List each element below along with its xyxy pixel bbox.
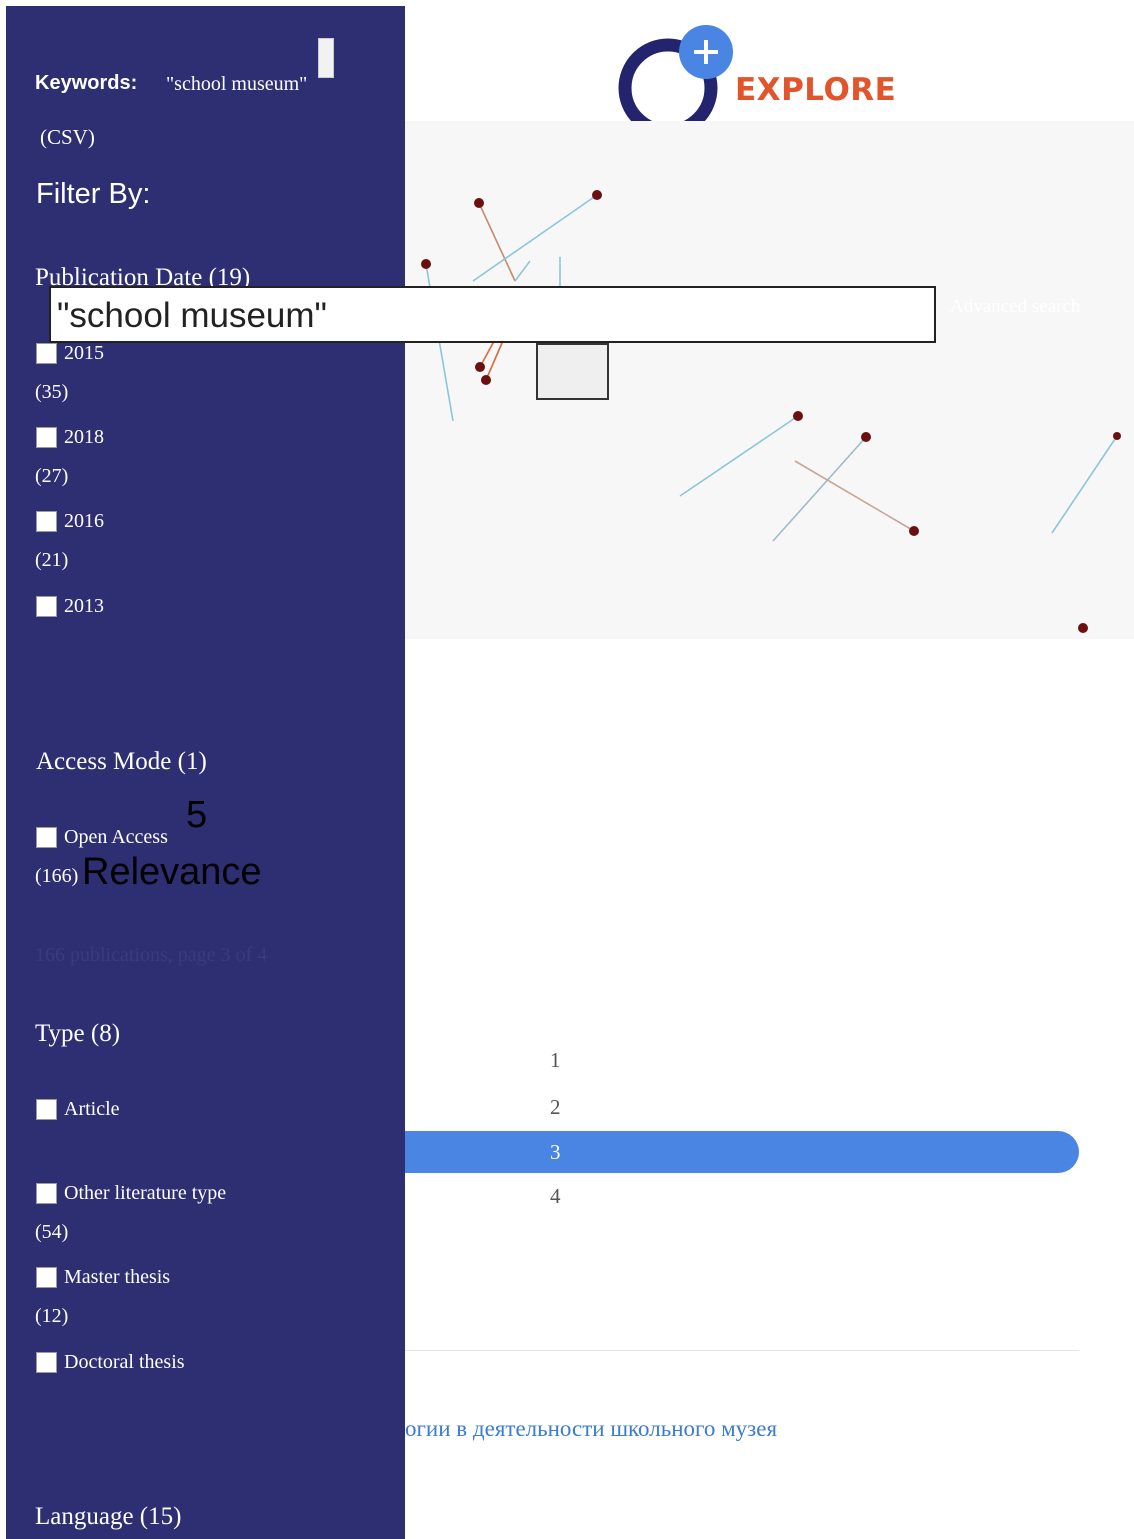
pagination-page-4[interactable]: 4 xyxy=(550,1184,561,1209)
search-input[interactable]: "school museum" xyxy=(49,286,936,343)
checkbox[interactable] xyxy=(36,343,57,364)
checkbox[interactable] xyxy=(36,1099,57,1120)
checkbox[interactable] xyxy=(36,1183,57,1204)
result-divider xyxy=(405,1350,1079,1351)
facet-option-article[interactable]: Article xyxy=(36,1098,120,1121)
checkbox[interactable] xyxy=(36,1267,57,1288)
facet-title-type[interactable]: Type (8) xyxy=(35,1020,120,1048)
advanced-search-link[interactable]: Advanced search xyxy=(950,296,1080,318)
facet-option-count: (27) xyxy=(35,465,69,487)
csv-export-link[interactable]: (CSV) xyxy=(40,125,95,150)
checkbox[interactable] xyxy=(36,827,57,848)
facet-option-master-thesis[interactable]: Master thesis xyxy=(36,1266,170,1289)
facet-option-label: Open Access xyxy=(64,826,168,848)
search-button[interactable] xyxy=(536,343,609,400)
facet-option-label: 2018 xyxy=(64,426,104,448)
facet-title-language[interactable]: Language (15) xyxy=(35,1503,181,1531)
facet-option-count: (166) xyxy=(35,865,79,887)
sort-select[interactable]: Relevance xyxy=(82,851,262,894)
pagination-page-1[interactable]: 1 xyxy=(550,1048,561,1073)
facet-option-label: Article xyxy=(64,1098,120,1120)
filter-by-heading: Filter By: xyxy=(36,178,151,210)
network-graph-decoration xyxy=(421,190,1121,633)
facet-option-2016[interactable]: 2016 xyxy=(36,510,104,533)
pagination-page-3[interactable]: 3 xyxy=(550,1140,561,1165)
facet-option-count: (35) xyxy=(35,381,69,403)
facet-option-label: Master thesis xyxy=(64,1266,171,1288)
pagination-page-2[interactable]: 2 xyxy=(550,1095,561,1120)
facet-option-count: (12) xyxy=(35,1305,69,1327)
checkbox[interactable] xyxy=(36,427,57,448)
facet-option-open-access[interactable]: Open Access xyxy=(36,826,168,849)
logo-text: EXPLORE xyxy=(735,72,897,108)
page-size-select[interactable]: 5 xyxy=(186,794,207,837)
result-title-link[interactable]: огии в деятельности школьного музея xyxy=(405,1416,777,1442)
keywords-value: "school museum" xyxy=(166,73,308,95)
facet-option-2013[interactable]: 2013 xyxy=(36,595,104,618)
checkbox[interactable] xyxy=(36,1352,57,1373)
checkbox[interactable] xyxy=(36,511,57,532)
facet-option-label: 2013 xyxy=(64,595,104,617)
facet-option-2015[interactable]: 2015 xyxy=(36,342,104,365)
keywords-scroll-handle[interactable] xyxy=(318,38,334,78)
facet-option-count: (21) xyxy=(35,549,69,571)
facet-option-doctoral-thesis[interactable]: Doctoral thesis xyxy=(36,1351,185,1374)
hero-banner xyxy=(405,121,1134,639)
facet-title-access-mode[interactable]: Access Mode (1) xyxy=(36,748,207,776)
keywords-label: Keywords: xyxy=(35,72,138,94)
facet-option-other-literature-type[interactable]: Other literature type xyxy=(36,1182,226,1205)
facet-option-count: (54) xyxy=(35,1221,69,1243)
facet-option-label: Doctoral thesis xyxy=(64,1351,185,1373)
facet-option-label: 2015 xyxy=(64,342,104,364)
facet-option-2018[interactable]: 2018 xyxy=(36,426,104,449)
results-count-text: 166 publications, page 3 of 4 xyxy=(35,944,268,966)
checkbox[interactable] xyxy=(36,596,57,617)
facet-option-label: 2016 xyxy=(64,510,104,532)
facet-option-label: Other literature type xyxy=(64,1182,227,1204)
